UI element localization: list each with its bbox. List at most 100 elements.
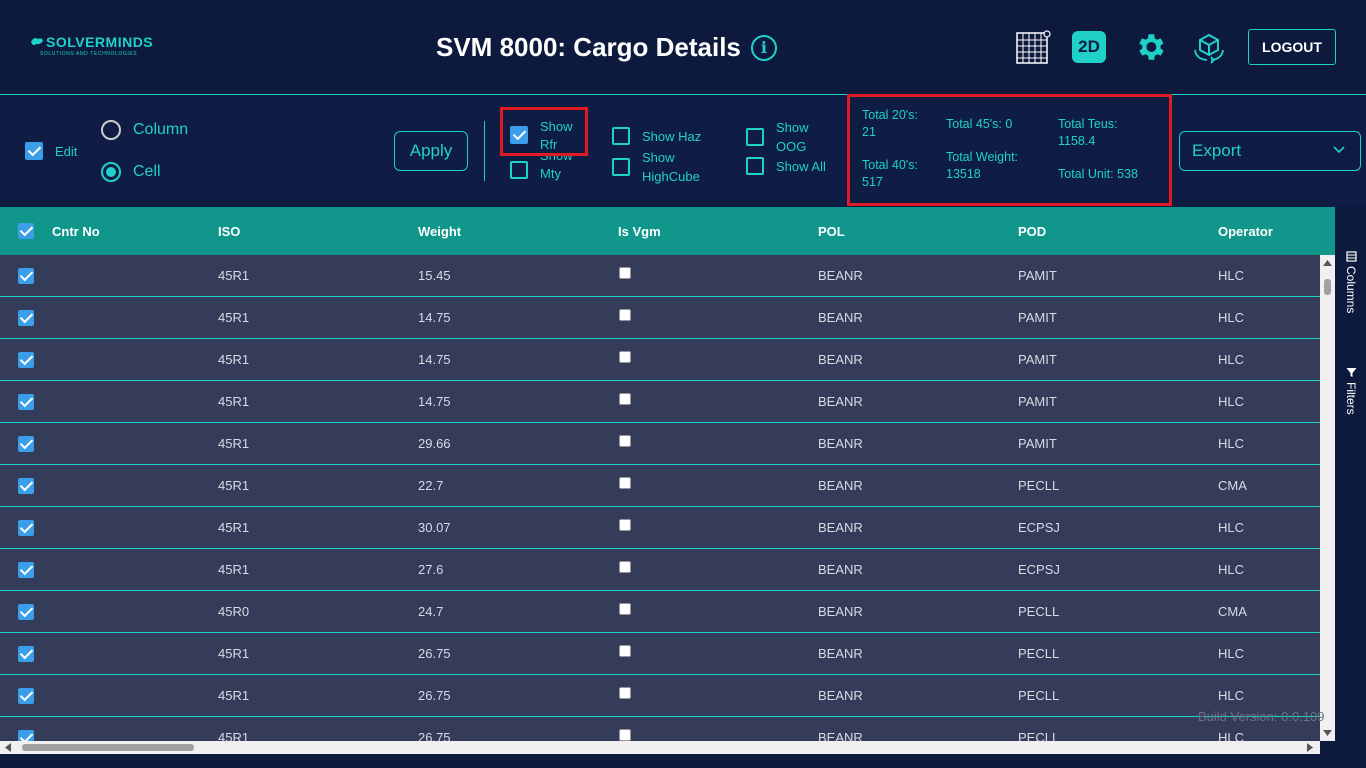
cell-pol[interactable]: BEANR xyxy=(818,604,863,619)
cell-radio[interactable]: Cell xyxy=(101,162,161,182)
row-checkbox[interactable] xyxy=(18,310,34,326)
grid-view-icon[interactable] xyxy=(1014,28,1052,66)
cell-operator[interactable]: HLC xyxy=(1218,352,1244,367)
table-row[interactable]: 45R1 15.45 BEANR PAMIT HLC xyxy=(0,255,1320,297)
cell-pol[interactable]: BEANR xyxy=(818,562,863,577)
select-all-checkbox[interactable] xyxy=(18,223,34,239)
row-checkbox[interactable] xyxy=(18,352,34,368)
cell-pol[interactable]: BEANR xyxy=(818,478,863,493)
cell-is-vgm-checkbox[interactable] xyxy=(619,645,631,657)
row-checkbox[interactable] xyxy=(18,688,34,704)
cell-iso[interactable]: 45R1 xyxy=(218,436,249,451)
edit-checkbox-box[interactable] xyxy=(25,142,43,160)
table-row[interactable]: 45R1 29.66 BEANR PAMIT HLC xyxy=(0,423,1320,465)
cell-operator[interactable]: CMA xyxy=(1218,604,1247,619)
cell-weight[interactable]: 15.45 xyxy=(418,268,451,283)
cell-iso[interactable]: 45R1 xyxy=(218,310,249,325)
row-checkbox[interactable] xyxy=(18,646,34,662)
cell-operator[interactable]: HLC xyxy=(1218,562,1244,577)
table-row[interactable]: 45R0 24.7 BEANR PECLL CMA xyxy=(0,591,1320,633)
cell-pod[interactable]: PECLL xyxy=(1018,646,1059,661)
horizontal-scrollbar[interactable] xyxy=(0,741,1320,754)
cell-pol[interactable]: BEANR xyxy=(818,730,863,741)
info-icon[interactable]: i xyxy=(750,34,777,61)
cell-is-vgm-checkbox[interactable] xyxy=(619,603,631,615)
table-row[interactable]: 45R1 26.75 BEANR PECLL HLC xyxy=(0,633,1320,675)
row-checkbox[interactable] xyxy=(18,478,34,494)
view-2d-button[interactable]: 2D xyxy=(1070,28,1108,66)
cell-pol[interactable]: BEANR xyxy=(818,394,863,409)
cell-weight[interactable]: 29.66 xyxy=(418,436,451,451)
scroll-right-icon[interactable] xyxy=(1306,743,1314,752)
cell-operator[interactable]: HLC xyxy=(1218,268,1244,283)
vertical-scrollbar[interactable] xyxy=(1320,255,1335,741)
cell-pod[interactable]: PAMIT xyxy=(1018,268,1057,283)
row-checkbox[interactable] xyxy=(18,394,34,410)
cell-operator[interactable]: HLC xyxy=(1218,310,1244,325)
table-row[interactable]: 45R1 14.75 BEANR PAMIT HLC xyxy=(0,339,1320,381)
scroll-down-icon[interactable] xyxy=(1323,729,1332,737)
cell-is-vgm-checkbox[interactable] xyxy=(619,561,631,573)
cell-operator[interactable]: HLC xyxy=(1218,688,1244,703)
cell-iso[interactable]: 45R1 xyxy=(218,730,249,741)
cell-pod[interactable]: PAMIT xyxy=(1018,352,1057,367)
cell-iso[interactable]: 45R1 xyxy=(218,394,249,409)
show-oog-checkbox[interactable]: Show OOG xyxy=(746,118,816,156)
cell-iso[interactable]: 45R0 xyxy=(218,604,249,619)
cell-operator[interactable]: HLC xyxy=(1218,646,1244,661)
table-row[interactable]: 45R1 26.75 BEANR PECLL HLC xyxy=(0,675,1320,717)
table-row[interactable]: 45R1 30.07 BEANR ECPSJ HLC xyxy=(0,507,1320,549)
show-haz-checkbox[interactable]: Show Haz xyxy=(612,127,701,145)
cell-is-vgm-checkbox[interactable] xyxy=(619,393,631,405)
row-checkbox[interactable] xyxy=(18,562,34,578)
cell-is-vgm-checkbox[interactable] xyxy=(619,351,631,363)
cell-weight[interactable]: 26.75 xyxy=(418,688,451,703)
cell-pod[interactable]: PECLL xyxy=(1018,730,1059,741)
row-checkbox[interactable] xyxy=(18,604,34,620)
vertical-scroll-thumb[interactable] xyxy=(1324,279,1331,295)
cell-operator[interactable]: HLC xyxy=(1218,394,1244,409)
row-checkbox[interactable] xyxy=(18,520,34,536)
table-row[interactable]: 45R1 27.6 BEANR ECPSJ HLC xyxy=(0,549,1320,591)
show-mty-checkbox[interactable]: Show Mty xyxy=(510,148,580,183)
column-radio-button[interactable] xyxy=(101,120,121,140)
cell-pod[interactable]: PAMIT xyxy=(1018,436,1057,451)
cell-pod[interactable]: PAMIT xyxy=(1018,394,1057,409)
table-row[interactable]: 45R1 22.7 BEANR PECLL CMA xyxy=(0,465,1320,507)
cell-weight[interactable]: 26.75 xyxy=(418,730,451,741)
show-mty-box[interactable] xyxy=(510,161,528,179)
cell-pod[interactable]: PECLL xyxy=(1018,478,1059,493)
cell-iso[interactable]: 45R1 xyxy=(218,562,249,577)
cell-operator[interactable]: HLC xyxy=(1218,730,1244,741)
cell-is-vgm-checkbox[interactable] xyxy=(619,687,631,699)
cell-operator[interactable]: CMA xyxy=(1218,478,1247,493)
cell-pol[interactable]: BEANR xyxy=(818,268,863,283)
cell-iso[interactable]: 45R1 xyxy=(218,688,249,703)
scroll-up-icon[interactable] xyxy=(1323,259,1332,267)
cell-radio-button[interactable] xyxy=(101,162,121,182)
cell-operator[interactable]: HLC xyxy=(1218,436,1244,451)
cell-pod[interactable]: PAMIT xyxy=(1018,310,1057,325)
show-all-checkbox[interactable]: Show All xyxy=(746,157,826,175)
cell-pol[interactable]: BEANR xyxy=(818,352,863,367)
show-all-box[interactable] xyxy=(746,157,764,175)
cell-pol[interactable]: BEANR xyxy=(818,688,863,703)
table-row[interactable]: 45R1 14.75 BEANR PAMIT HLC xyxy=(0,381,1320,423)
header-operator[interactable]: Operator xyxy=(1218,224,1273,239)
row-checkbox[interactable] xyxy=(18,730,34,741)
export-dropdown[interactable]: Export xyxy=(1179,131,1361,171)
cell-pol[interactable]: BEANR xyxy=(818,520,863,535)
cell-iso[interactable]: 45R1 xyxy=(218,520,249,535)
cell-is-vgm-checkbox[interactable] xyxy=(619,435,631,447)
cell-pod[interactable]: PECLL xyxy=(1018,688,1059,703)
apply-button[interactable]: Apply xyxy=(394,131,468,171)
row-checkbox[interactable] xyxy=(18,436,34,452)
show-highcube-box[interactable] xyxy=(612,158,630,176)
cell-is-vgm-checkbox[interactable] xyxy=(619,267,631,279)
edit-checkbox[interactable]: Edit xyxy=(25,142,77,160)
header-iso[interactable]: ISO xyxy=(218,224,240,239)
filters-panel-tab[interactable]: Filters xyxy=(1344,367,1358,415)
header-is-vgm[interactable]: Is Vgm xyxy=(618,224,661,239)
cell-pol[interactable]: BEANR xyxy=(818,310,863,325)
show-oog-box[interactable] xyxy=(746,128,764,146)
